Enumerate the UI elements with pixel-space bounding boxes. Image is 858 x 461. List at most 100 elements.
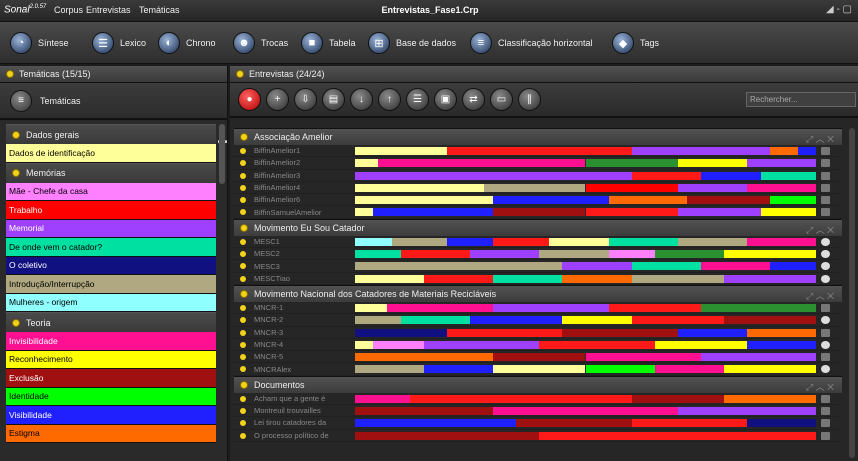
group-controls-icon[interactable]: ⤢ ︿ ✕ [806,223,834,236]
list-icon[interactable] [821,353,830,362]
theme-item[interactable]: Memorial [6,219,216,238]
theme-item[interactable]: De onde vem o catador? [6,238,216,257]
interview-timeline[interactable] [355,196,816,205]
toolbar-s-ntese-button[interactable]: ◔ Síntese [10,31,69,55]
record-icon[interactable]: ● [238,88,261,111]
interview-row[interactable]: BiffinAmelior1 [234,145,842,158]
interview-timeline[interactable] [355,147,816,155]
group-controls-icon[interactable]: ⤢ ︿ ✕ [806,380,834,393]
interview-timeline[interactable] [355,274,816,283]
toolbar-classifica-o-horizontal-button[interactable]: ≡ Classificação horizontal [470,31,593,55]
theme-group-header[interactable]: Teoria [6,312,216,332]
interview-group-header[interactable]: Associação Amelior ⤢ ︿ ✕ [234,128,842,145]
window-controls[interactable]: ◢ - ▢ [826,4,852,15]
list-icon[interactable] [821,171,830,180]
interview-row[interactable]: MNCRAlex [234,363,842,376]
theme-item[interactable]: Invisibilidade [6,332,216,351]
theme-group-header[interactable]: Memórias [6,162,216,183]
interview-row[interactable]: BiffinAmelior6 [234,194,842,207]
list-icon[interactable] [821,208,830,217]
transfer-icon[interactable]: ⇄ [462,88,485,111]
list-icon[interactable] [821,159,830,168]
toolbar-base-de-dados-button[interactable]: ⊞ Base de dados [368,31,456,55]
themes-menu-icon[interactable]: ≡ [10,89,32,112]
interview-timeline[interactable] [355,159,816,168]
interview-row[interactable]: Lei tirou catadores da [234,417,842,430]
play-icon[interactable] [821,262,830,271]
interview-timeline[interactable] [355,183,816,192]
menu-corpus[interactable]: Corpus [54,5,83,15]
play-icon[interactable] [821,250,830,259]
toolbar-lexico-button[interactable]: ☰ Lexico [92,31,146,55]
interview-timeline[interactable] [355,340,816,349]
theme-item[interactable]: Mãe - Chefe da casa [6,182,216,201]
interview-row[interactable]: MNCR-5 [234,351,842,364]
list-icon[interactable] [821,303,830,312]
toolbar-tabela-button[interactable]: ■ Tabela [301,31,356,55]
interview-row[interactable]: MNCR-1 [234,302,842,315]
interview-timeline[interactable] [355,419,816,428]
theme-item[interactable]: Reconhecimento [6,350,216,369]
document-icon[interactable]: ▤ [322,88,345,111]
play-icon[interactable] [821,237,830,246]
list-icon[interactable] [821,147,830,155]
toolbar-tags-button[interactable]: ◆ Tags [612,31,659,55]
interview-row[interactable]: MESC2 [234,248,842,261]
download-icon[interactable]: ↓ [350,88,373,111]
interview-group-header[interactable]: Movimento Nacional dos Catadores de Mate… [234,284,842,302]
interview-timeline[interactable] [355,394,816,403]
list-icon[interactable] [821,196,830,205]
pause-icon[interactable]: ∥ [518,88,541,111]
list-icon[interactable] [821,394,830,403]
interview-timeline[interactable] [355,316,816,325]
interview-timeline[interactable] [355,365,816,374]
theme-item[interactable]: Estigma [6,424,216,443]
interview-row[interactable]: BiffinAmelior3 [234,170,842,182]
interview-row[interactable]: MESCTiao [234,273,842,285]
interview-timeline[interactable] [355,262,816,271]
interview-row[interactable]: BiffinAmelior2 [234,157,842,170]
interview-timeline[interactable] [355,250,816,259]
interview-timeline[interactable] [355,237,816,246]
interview-row[interactable]: Montreuil trouvailles [234,405,842,418]
theme-item[interactable]: Dados de identificação [6,144,216,163]
interview-group-header[interactable]: Movimento Eu Sou Catador ⤢ ︿ ✕ [234,218,842,236]
menu-entrevistas[interactable]: Entrevistas [86,5,131,15]
play-icon[interactable] [821,316,830,325]
interview-row[interactable]: MNCR-4 [234,339,842,352]
interview-timeline[interactable] [355,208,816,217]
themes-scrollbar[interactable] [219,124,225,184]
theme-item[interactable]: Exclusão [6,369,216,388]
search-input[interactable]: Rechercher... [746,92,856,107]
interview-timeline[interactable] [355,171,816,180]
interview-timeline[interactable] [355,431,816,440]
list-icon[interactable] [821,407,830,416]
image-icon[interactable]: ▣ [434,88,457,111]
interview-row[interactable]: MESC3 [234,260,842,273]
interview-row[interactable]: BiffinAmelior4 [234,182,842,195]
add-interview-icon[interactable]: + [266,88,289,111]
list-icon[interactable] [821,431,830,440]
play-icon[interactable] [821,340,830,349]
theme-item[interactable]: Visibilidade [6,406,216,425]
interview-row[interactable]: MESC1 [234,236,842,249]
interview-row[interactable]: MNCR-3 [234,327,842,339]
list-icon[interactable] [821,328,830,337]
toolbar-trocas-button[interactable]: ☻ Trocas [233,31,288,55]
interview-timeline[interactable] [355,328,816,337]
interview-row[interactable]: MNCR-2 [234,314,842,327]
toolbar-chrono-button[interactable]: ◐ Chrono [158,31,216,55]
interview-group-header[interactable]: Documentos ⤢ ︿ ✕ [234,375,842,393]
interview-timeline[interactable] [355,303,816,312]
interview-timeline[interactable] [355,407,816,416]
theme-item[interactable]: Identidade [6,387,216,406]
theme-group-header[interactable]: Dados gerais [6,124,216,144]
screen-icon[interactable]: ▭ [490,88,513,111]
menu-tematicas[interactable]: Temáticas [139,5,180,15]
upload-icon[interactable]: ↑ [378,88,401,111]
list-icon[interactable] [821,419,830,428]
list-icon[interactable] [821,183,830,192]
interviews-scrollbar[interactable] [849,128,855,458]
interview-timeline[interactable] [355,353,816,362]
import-icon[interactable]: ⇩ [294,88,317,111]
